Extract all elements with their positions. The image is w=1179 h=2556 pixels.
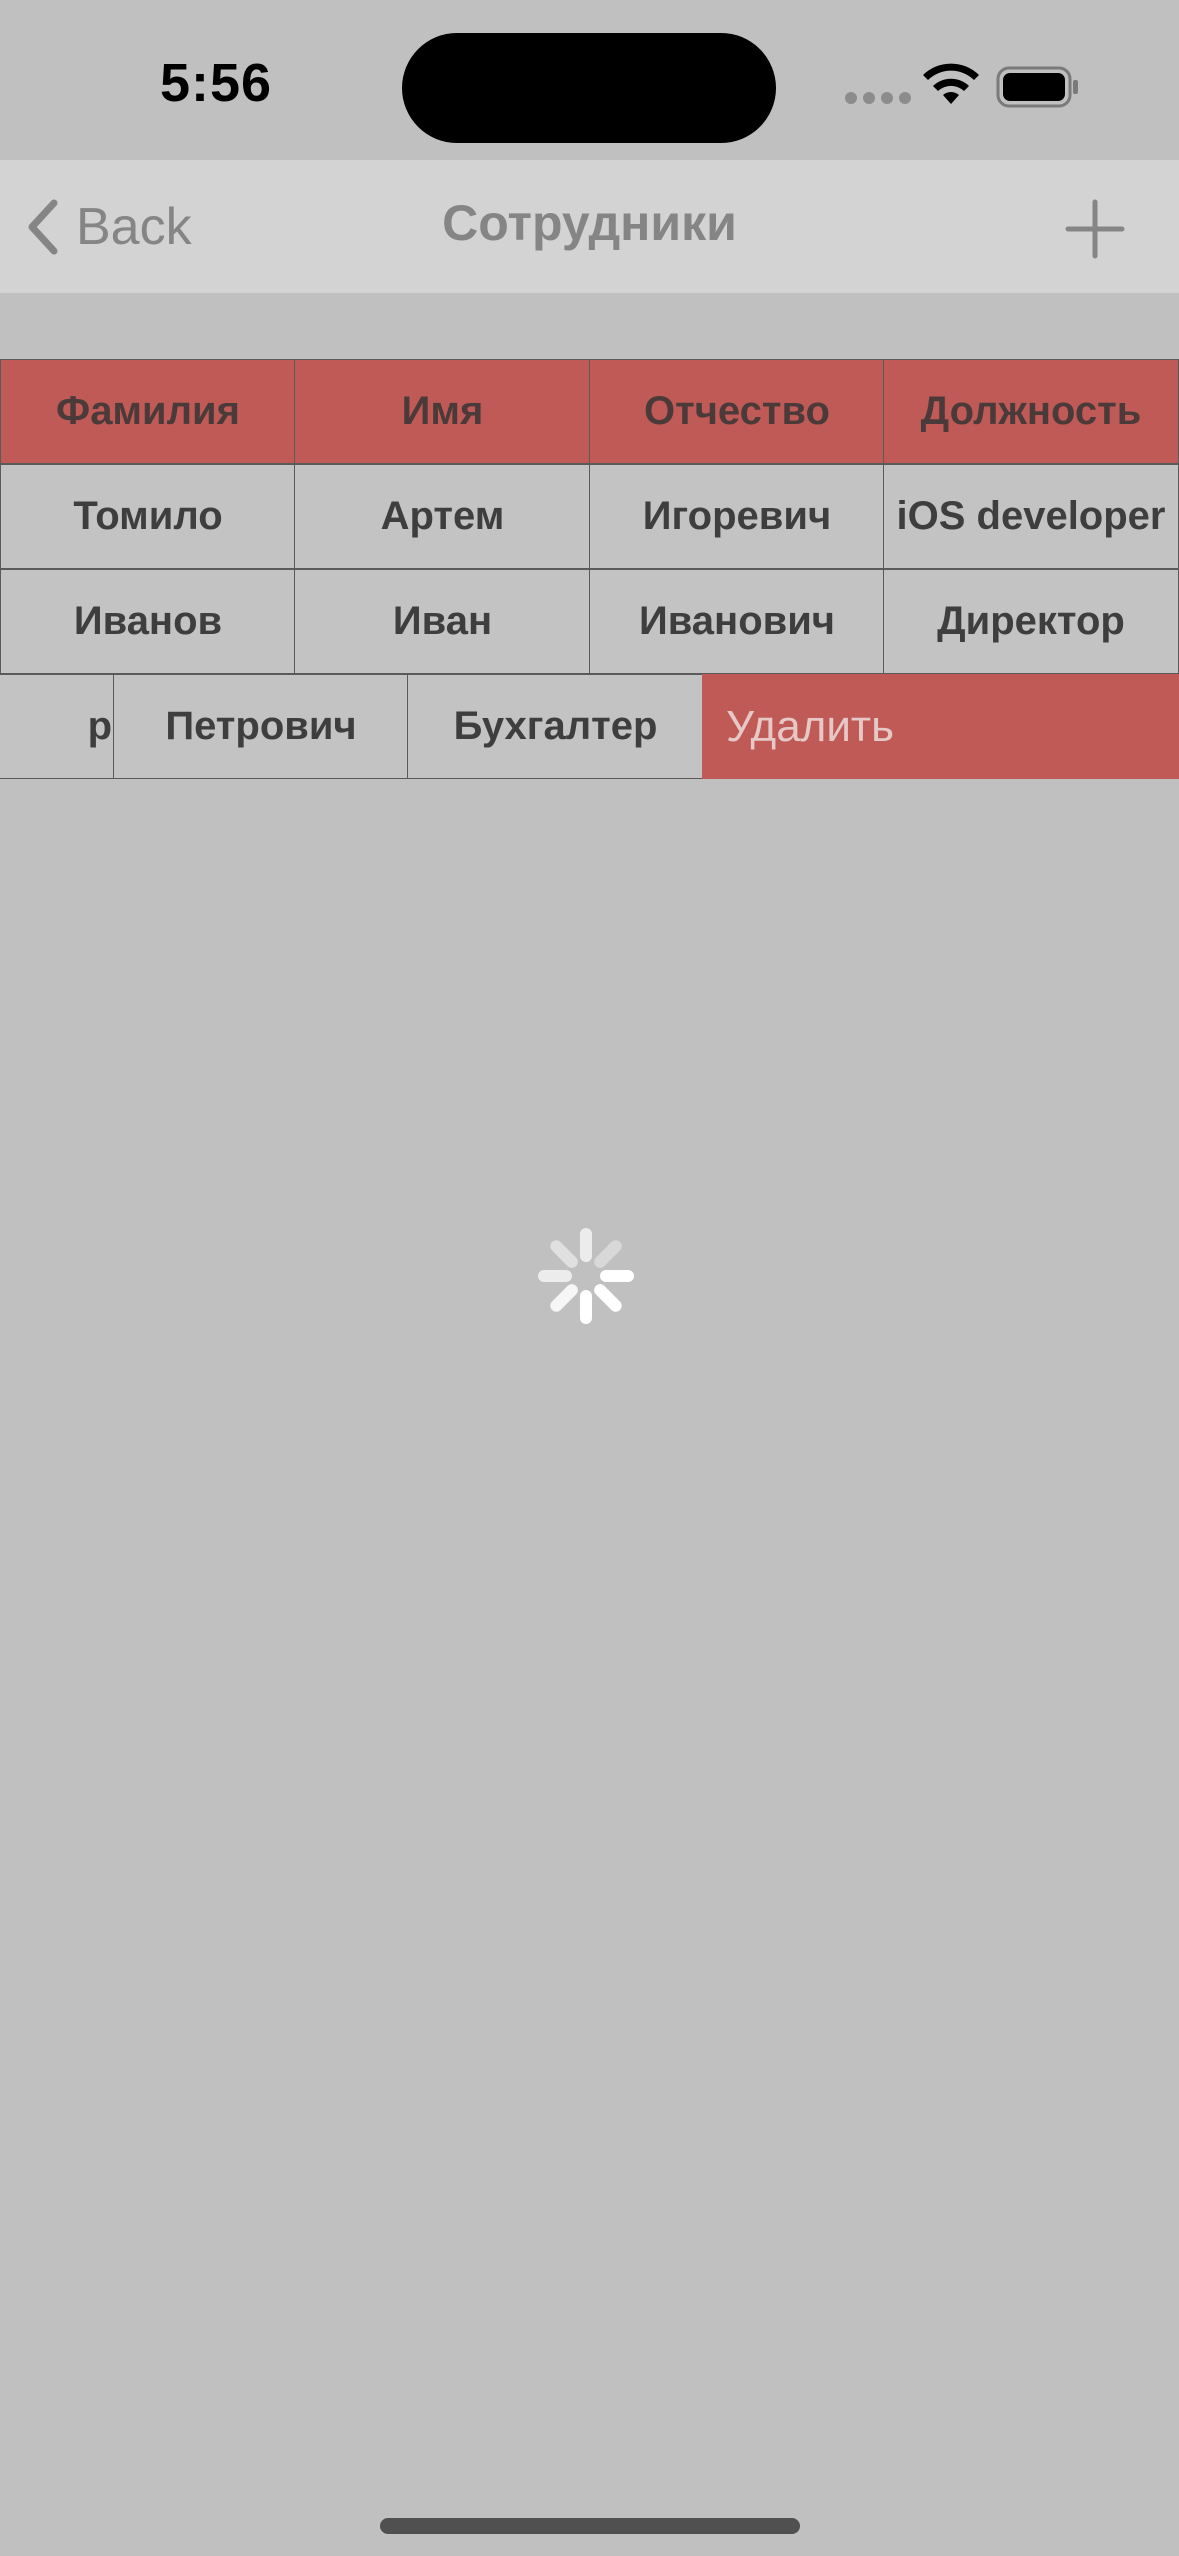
status-time: 5:56	[160, 53, 273, 113]
cell-firstname: Артем	[294, 464, 591, 569]
status-bar: 5:56	[0, 0, 1179, 160]
home-indicator[interactable]	[380, 2518, 800, 2534]
cell-patronymic: Игоревич	[589, 464, 885, 569]
header-cell-patronymic: Отчество	[589, 359, 885, 464]
table-row-swiped[interactable]: р Петрович Бухгалтер Удалить	[0, 674, 1179, 779]
delete-button[interactable]: Удалить	[702, 674, 1179, 779]
cell-position: Бухгалтер	[407, 674, 704, 779]
battery-icon	[996, 66, 1078, 108]
cell-patronymic: Петрович	[113, 674, 409, 779]
signal-dots-icon	[845, 92, 911, 104]
table-row[interactable]: Томило Артем Игоревич iOS developer	[0, 464, 1179, 569]
wifi-icon	[923, 63, 979, 104]
cell-lastname: Томило	[0, 464, 296, 569]
cell-patronymic: Иванович	[589, 569, 885, 674]
cell-firstname: Иван	[294, 569, 591, 674]
page-title: Сотрудники	[442, 195, 737, 251]
table-row[interactable]: Иванов Иван Иванович Директор	[0, 569, 1179, 674]
header-cell-lastname: Фамилия	[0, 359, 296, 464]
screen: 5:56 Back Сотрудники Фамилия Имя Отчеств…	[0, 0, 1179, 2556]
table-header-row: Фамилия Имя Отчество Должность	[0, 359, 1179, 464]
header-cell-position: Должность	[883, 359, 1179, 464]
navigation-bar: Back Сотрудники	[0, 160, 1179, 293]
employee-table: Фамилия Имя Отчество Должность Томило Ар…	[0, 359, 1179, 779]
cell-firstname-partial: р	[0, 674, 115, 779]
loading-spinner-icon	[538, 1228, 634, 1324]
cell-position: iOS developer	[883, 464, 1179, 569]
plus-icon[interactable]	[1064, 198, 1126, 260]
dynamic-island	[402, 33, 776, 143]
cell-position: Директор	[883, 569, 1179, 674]
header-cell-firstname: Имя	[294, 359, 591, 464]
cell-lastname: Иванов	[0, 569, 296, 674]
